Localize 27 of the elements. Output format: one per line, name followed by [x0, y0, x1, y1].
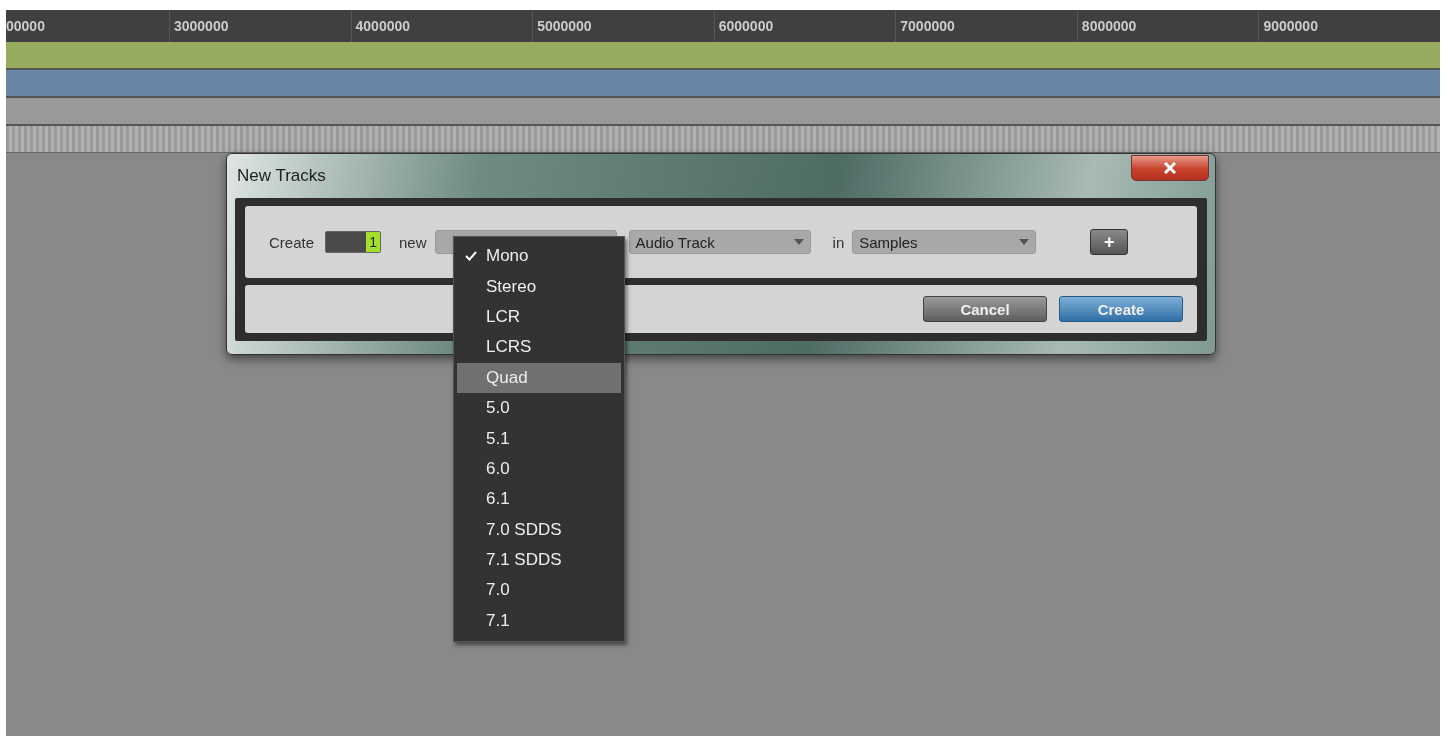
cancel-button[interactable]: Cancel — [923, 296, 1047, 322]
menu-item[interactable]: Mono — [457, 241, 621, 272]
menu-item[interactable]: LCRS — [457, 332, 621, 363]
count-field[interactable]: 1 — [325, 231, 382, 253]
menu-item[interactable]: LCR — [457, 301, 621, 333]
menu-item[interactable]: 7.1 SDDS — [457, 544, 621, 576]
menu-item[interactable]: Quad — [457, 362, 621, 393]
menu-item[interactable]: 6.0 — [457, 453, 621, 485]
create-label: Create — [269, 233, 315, 251]
caret-icon — [793, 239, 804, 245]
menu-item[interactable]: 7.0 — [457, 575, 621, 606]
close-icon — [1163, 162, 1177, 174]
menu-item[interactable]: 7.1 — [457, 605, 621, 637]
menu-item[interactable]: Stereo — [457, 271, 621, 302]
in-label: in — [832, 233, 845, 251]
menu-item[interactable]: 6.1 — [457, 484, 621, 515]
caret-icon — [1019, 239, 1030, 245]
menu-item[interactable]: 5.1 — [457, 423, 621, 454]
menu-item[interactable]: 7.0 SDDS — [457, 514, 621, 545]
timebase-dropdown[interactable]: Samples — [852, 230, 1037, 254]
close-button[interactable] — [1131, 155, 1209, 181]
ruler-label: 00000 — [6, 17, 46, 36]
window-title: New Tracks — [237, 166, 326, 186]
track-type-dropdown[interactable]: Audio Track — [628, 230, 811, 254]
add-row-button[interactable]: + — [1090, 229, 1129, 255]
menu-item[interactable]: 5.0 — [457, 392, 621, 424]
new-label: new — [399, 233, 427, 251]
